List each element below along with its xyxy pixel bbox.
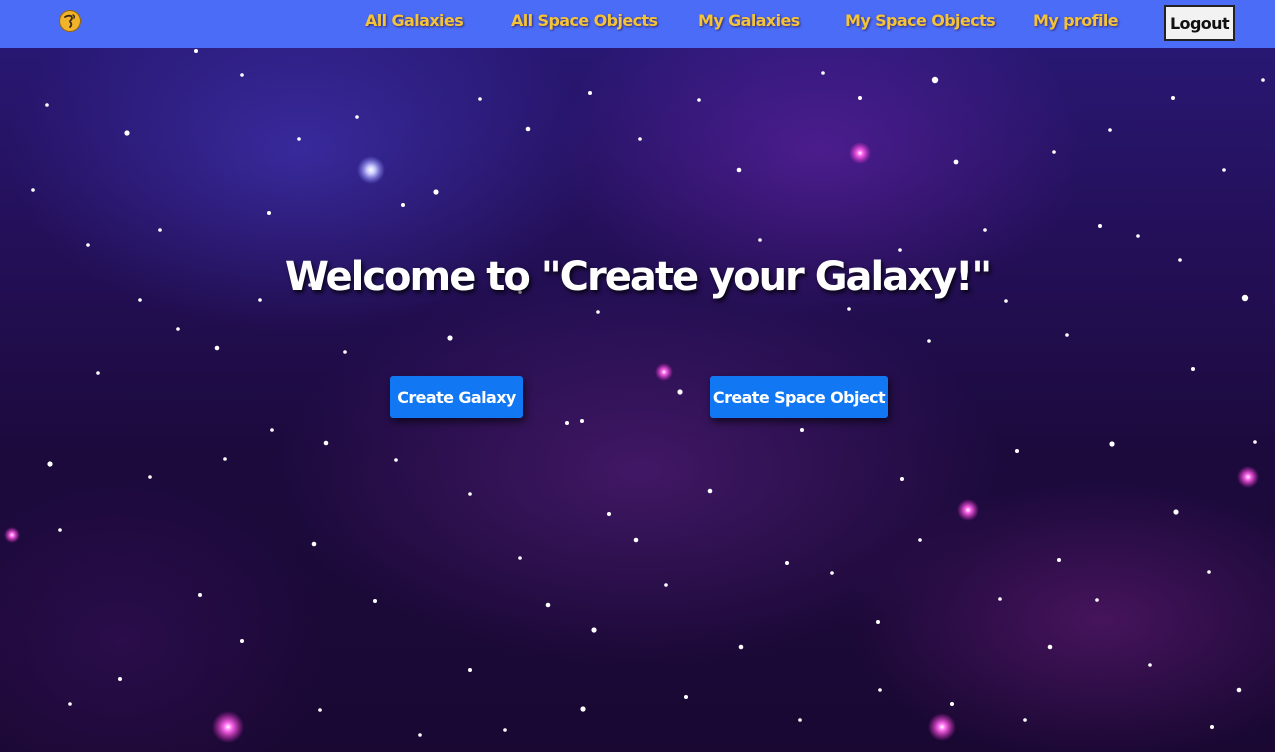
create-space-object-button[interactable]: Create Space Object: [710, 376, 888, 418]
nav-my-space-objects[interactable]: My Space Objects: [845, 11, 996, 30]
globe-icon[interactable]: [59, 10, 81, 32]
top-navbar: All Galaxies All Space Objects My Galaxi…: [0, 0, 1275, 48]
nav-my-galaxies[interactable]: My Galaxies: [698, 11, 800, 30]
space-background: [0, 0, 1275, 752]
welcome-title: Welcome to "Create your Galaxy!": [284, 254, 992, 300]
create-galaxy-button[interactable]: Create Galaxy: [390, 376, 523, 418]
nav-my-profile[interactable]: My profile: [1033, 11, 1119, 30]
starfield: [4, 49, 1265, 743]
nav-all-space-objects[interactable]: All Space Objects: [511, 11, 658, 30]
nav-all-galaxies[interactable]: All Galaxies: [365, 11, 464, 30]
logout-button[interactable]: Logout: [1164, 5, 1235, 41]
